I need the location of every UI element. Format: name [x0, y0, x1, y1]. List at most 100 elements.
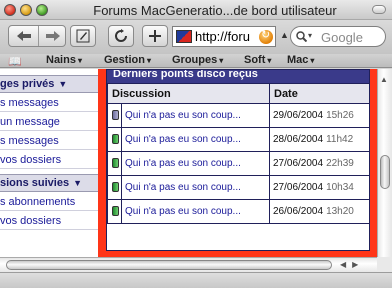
bookmark-mac[interactable]: Mac ▾ [287, 54, 314, 66]
vertical-scroll-thumb[interactable] [380, 155, 390, 189]
resize-corner[interactable] [377, 257, 392, 272]
new-post-icon [112, 182, 119, 193]
table-row: Qui n'a pas eu son coup... 27/06/2004 10h… [107, 175, 369, 200]
address-field[interactable]: http://foru [172, 26, 276, 47]
add-bookmark-button[interactable] [142, 25, 168, 47]
post-date: 28/06/2004 [273, 134, 324, 145]
column-header-date[interactable]: Date [269, 83, 369, 104]
site-favicon-icon [176, 30, 192, 43]
date-cell: 26/06/2004 13h20 [269, 199, 369, 224]
scroll-up-arrow-icon[interactable]: ▲ [380, 75, 388, 84]
status-cell [107, 103, 122, 128]
post-time: 10h34 [326, 182, 354, 193]
sidebar-item[interactable]: vos dossiers [0, 212, 98, 230]
horizontal-scrollbar[interactable]: ◀▶ [0, 257, 377, 272]
new-post-icon [112, 158, 119, 169]
section-title: ges privés [0, 78, 55, 90]
forward-arrow-icon [45, 31, 60, 41]
chevron-down-icon: ▾ [146, 56, 151, 65]
minimize-window-button[interactable] [20, 4, 32, 16]
bookmark-label: Soft [244, 54, 266, 66]
chevron-down-icon: ▾ [219, 56, 224, 65]
pencil-icon [76, 29, 90, 43]
status-cell [107, 175, 122, 200]
table-header-row: Discussion Date [107, 83, 369, 104]
read-post-icon [112, 110, 119, 121]
date-cell: 27/06/2004 22h39 [269, 151, 369, 176]
book-icon[interactable]: 📖 [8, 55, 22, 68]
column-header-discussion[interactable]: Discussion [107, 83, 270, 104]
table-row: Qui n'a pas eu son coup... 26/06/2004 13h… [107, 199, 369, 224]
topic-link[interactable]: Qui n'a pas eu son coup... [121, 151, 270, 176]
window-title: Forums MacGeneratio...de bord utilisateu… [93, 3, 337, 18]
bookmark-gestion[interactable]: Gestion ▾ [104, 54, 151, 66]
back-forward-group [8, 25, 66, 47]
address-menu-icon[interactable]: ▲ [280, 30, 289, 40]
chevron-down-icon: ▾ [77, 56, 82, 65]
close-window-button[interactable] [4, 4, 16, 16]
date-cell: 28/06/2004 11h42 [269, 127, 369, 152]
search-placeholder: Google [321, 30, 363, 45]
edit-button[interactable] [70, 25, 96, 47]
latest-posts-panel: Derniers points disco reçus Discussion D… [106, 69, 370, 251]
date-cell: 27/06/2004 10h34 [269, 175, 369, 200]
status-bar [0, 272, 392, 288]
chevron-down-icon: ▾ [267, 56, 272, 65]
bookmark-groupes[interactable]: Groupes ▾ [172, 54, 223, 66]
new-post-icon [112, 206, 119, 217]
plus-icon [149, 30, 161, 42]
reload-button[interactable] [108, 25, 134, 47]
search-menu-chevron-icon: ▾ [308, 31, 313, 40]
sidebar-item[interactable]: un message [0, 113, 98, 131]
bookmark-label: Gestion [104, 54, 145, 66]
status-cell [107, 127, 122, 152]
bookmark-label: Nains [46, 54, 76, 66]
post-time: 15h26 [326, 110, 354, 121]
date-cell: 29/06/2004 15h26 [269, 103, 369, 128]
post-time: 13h20 [326, 206, 354, 217]
topic-link[interactable]: Qui n'a pas eu son coup... [121, 199, 270, 224]
title-bar: Forums MacGeneratio...de bord utilisateu… [0, 0, 392, 20]
sidebar-section-followed[interactable]: sions suivies ▼ [0, 174, 98, 192]
topic-link[interactable]: Qui n'a pas eu son coup... [121, 103, 270, 128]
bookmark-label: Mac [287, 54, 309, 66]
disclosure-triangle-icon: ▼ [58, 79, 68, 89]
search-icon [296, 31, 307, 42]
sidebar-item[interactable]: s messages [0, 94, 98, 112]
sidebar-section-private[interactable]: ges privés ▼ [0, 75, 98, 93]
status-cell [107, 199, 122, 224]
disclosure-triangle-icon: ▼ [73, 178, 83, 188]
topic-link[interactable]: Qui n'a pas eu son coup... [121, 175, 270, 200]
bookmark-nains[interactable]: Nains ▾ [46, 54, 82, 66]
snapback-icon[interactable] [259, 28, 273, 44]
back-button[interactable] [9, 26, 38, 46]
bookmark-soft[interactable]: Soft ▾ [244, 54, 271, 66]
discussions-table: Discussion Date Qui n'a pas eu son coup.… [107, 83, 369, 224]
panel-title: Derniers points disco reçus [107, 70, 369, 83]
sidebar-item[interactable]: s abonnements [0, 193, 98, 211]
web-content: ges privés ▼ s messages un message s mess… [0, 69, 377, 257]
vertical-scrollbar[interactable]: ▲ [377, 69, 392, 257]
search-field[interactable]: ▾ Google [290, 26, 386, 47]
post-date: 27/06/2004 [273, 158, 324, 169]
status-cell [107, 151, 122, 176]
chevron-down-icon: ▾ [310, 56, 315, 65]
sidebar-item[interactable]: s messages [0, 132, 98, 150]
table-row: Qui n'a pas eu son coup... 29/06/2004 15h… [107, 103, 369, 128]
bookmark-label: Groupes [172, 54, 218, 66]
toolbar-toggle-button[interactable] [372, 5, 386, 14]
topic-link[interactable]: Qui n'a pas eu son coup... [121, 127, 270, 152]
post-date: 26/06/2004 [273, 206, 324, 217]
address-text: http://foru [195, 29, 250, 44]
zoom-window-button[interactable] [36, 4, 48, 16]
section-title: sions suivies [0, 177, 70, 189]
table-row: Qui n'a pas eu son coup... 28/06/2004 11h… [107, 127, 369, 152]
scroll-arrows-icon[interactable]: ◀▶ [340, 260, 364, 269]
post-date: 29/06/2004 [273, 110, 324, 121]
horizontal-scroll-thumb[interactable] [6, 260, 332, 270]
sidebar-item[interactable]: vos dossiers [0, 151, 98, 169]
bookmarks-bar: 📖 Nains ▾ Gestion ▾ Groupes ▾ Soft ▾ Mac ▾ [0, 54, 392, 68]
sidebar: ges privés ▼ s messages un message s mess… [0, 69, 98, 257]
forward-button[interactable] [39, 26, 66, 46]
new-post-icon [112, 134, 119, 145]
